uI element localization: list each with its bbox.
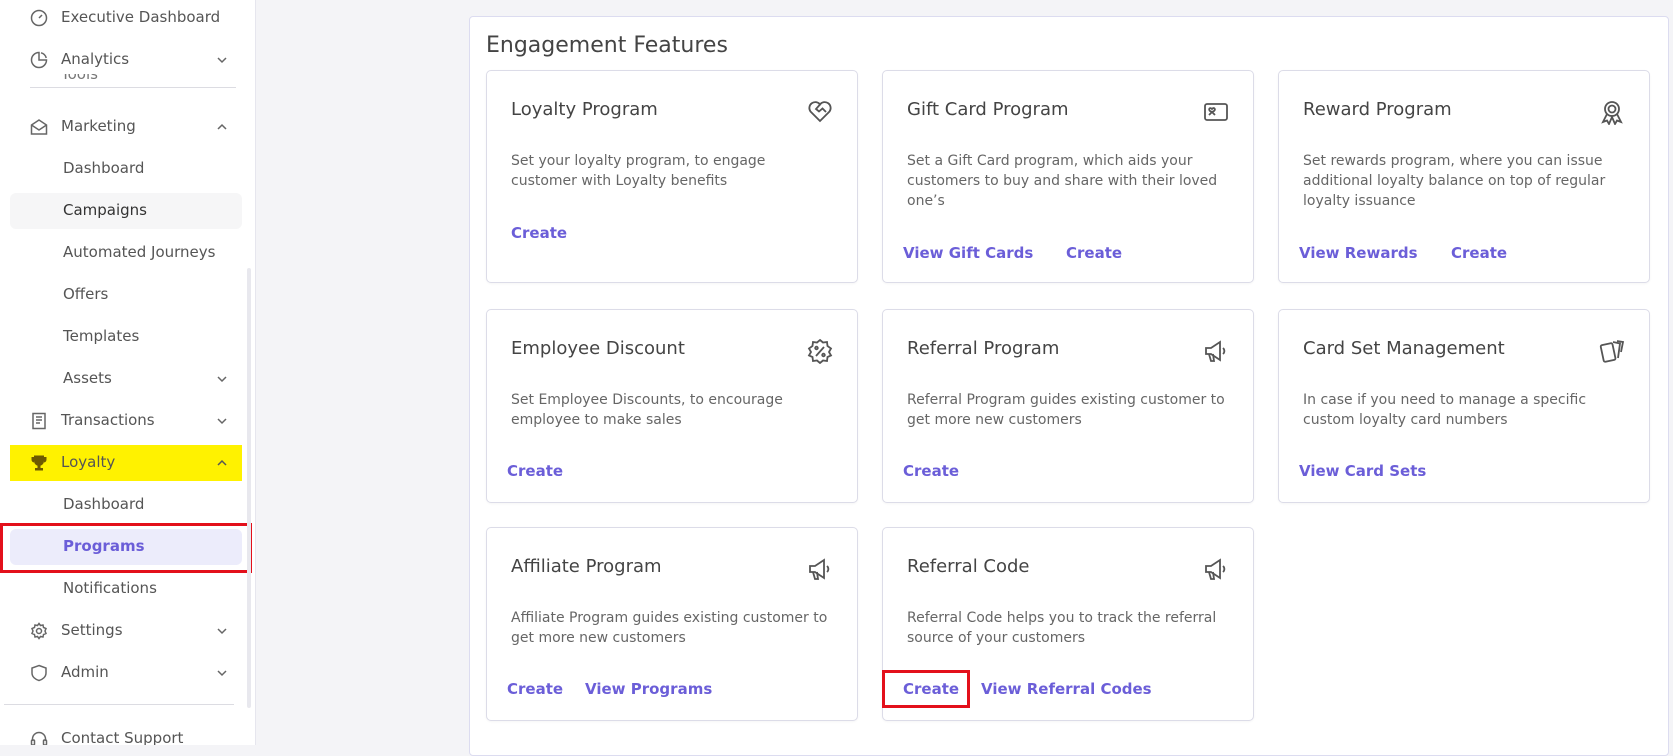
card-title: Referral Code	[907, 556, 1030, 577]
card-title: Gift Card Program	[907, 99, 1069, 120]
chevron-down-icon	[216, 625, 228, 637]
sub-label: Campaigns	[63, 201, 148, 219]
card-description: Affiliate Program guides existing custom…	[511, 610, 828, 646]
card-description: Set Employee Discounts, to encourage emp…	[511, 392, 783, 428]
sub-marketing-campaigns[interactable]: Campaigns	[10, 193, 242, 229]
trophy-icon	[30, 454, 48, 472]
nav-analytics[interactable]: Analytics	[10, 42, 242, 78]
nav-tools-partial: Tools	[61, 74, 98, 83]
mail-open-icon	[30, 118, 48, 136]
sub-label: Offers	[63, 285, 109, 303]
megaphone-icon	[1203, 338, 1229, 364]
card-referral-code: Referral Code Referral Code helps you to…	[882, 527, 1254, 721]
card-title: Loyalty Program	[511, 99, 658, 120]
nav-label: Executive Dashboard	[61, 8, 221, 26]
sub-label: Assets	[63, 369, 112, 387]
page-title: Engagement Features	[486, 33, 728, 58]
sub-label: Notifications	[63, 579, 157, 597]
sub-marketing-automated-journeys[interactable]: Automated Journeys	[10, 235, 242, 271]
card-employee-discount: Employee Discount Set Employee Discounts…	[486, 309, 858, 503]
nav-label: Loyalty	[61, 453, 116, 471]
card-description: Referral Program guides existing custome…	[907, 392, 1225, 428]
nav-label: Marketing	[61, 117, 136, 135]
chevron-down-icon	[216, 54, 228, 66]
nav-executive-dashboard[interactable]: Executive Dashboard	[10, 0, 242, 36]
sub-label: Dashboard	[63, 495, 145, 513]
card-affiliate-program: Affiliate Program Affiliate Program guid…	[486, 527, 858, 721]
card-title: Reward Program	[1303, 99, 1452, 120]
card-title: Affiliate Program	[511, 556, 662, 577]
card-referral-program: Referral Program Referral Program guides…	[882, 309, 1254, 503]
nav-marketing[interactable]: Marketing	[10, 109, 242, 145]
create-link[interactable]: Create	[1066, 244, 1122, 262]
card-loyalty-program: Loyalty Program Set your loyalty program…	[486, 70, 858, 283]
cards-icon	[1599, 338, 1625, 364]
sub-label: Templates	[63, 327, 140, 345]
headset-icon	[30, 730, 48, 745]
card-gift-card-program: Gift Card Program Set a Gift Card progra…	[882, 70, 1254, 283]
nav-loyalty[interactable]: Loyalty	[10, 445, 242, 481]
pie-chart-icon	[30, 51, 48, 69]
nav-transactions[interactable]: Transactions	[10, 403, 242, 439]
engagement-features-panel: Engagement Features Loyalty Program Set …	[469, 16, 1669, 756]
sub-marketing-offers[interactable]: Offers	[10, 277, 242, 313]
card-title: Employee Discount	[511, 338, 685, 359]
nav-contact-support[interactable]: Contact Support	[10, 721, 242, 745]
sub-loyalty-dashboard[interactable]: Dashboard	[10, 487, 242, 523]
card-reward-program: Reward Program Set rewards program, wher…	[1278, 70, 1650, 283]
gear-icon	[30, 622, 48, 640]
sidebar-divider	[30, 87, 236, 88]
card-card-set-management: Card Set Management In case if you need …	[1278, 309, 1650, 503]
card-title: Referral Program	[907, 338, 1060, 359]
award-ribbon-icon	[1599, 99, 1625, 125]
card-description: Set a Gift Card program, which aids your…	[907, 153, 1218, 209]
receipt-icon	[30, 412, 48, 430]
sub-marketing-dashboard[interactable]: Dashboard	[10, 151, 242, 187]
chevron-down-icon	[216, 415, 228, 427]
chevron-down-icon	[216, 373, 228, 385]
discount-badge-icon	[807, 338, 833, 364]
gift-card-icon	[1203, 99, 1229, 125]
sub-loyalty-notifications[interactable]: Notifications	[10, 571, 242, 607]
card-title: Card Set Management	[1303, 338, 1505, 359]
nav-label: Contact Support	[61, 729, 184, 745]
sub-marketing-assets[interactable]: Assets	[10, 361, 242, 397]
annotation-highlight-box	[0, 523, 252, 573]
card-description: Set rewards program, where you can issue…	[1303, 153, 1606, 209]
sidebar: Executive Dashboard Analytics Tools Mark…	[0, 0, 256, 745]
annotation-highlight-box	[882, 670, 970, 708]
sub-marketing-templates[interactable]: Templates	[10, 319, 242, 355]
sub-label: Automated Journeys	[63, 243, 216, 261]
card-description: In case if you need to manage a specific…	[1303, 392, 1587, 428]
view-referral-codes-link[interactable]: View Referral Codes	[981, 680, 1152, 698]
view-gift-cards-link[interactable]: View Gift Cards	[903, 244, 1033, 262]
view-programs-link[interactable]: View Programs	[585, 680, 712, 698]
nav-label: Settings	[61, 621, 123, 639]
create-link[interactable]: Create	[507, 462, 563, 480]
view-rewards-link[interactable]: View Rewards	[1299, 244, 1418, 262]
nav-label: Analytics	[61, 50, 130, 68]
nav-settings[interactable]: Settings	[10, 613, 242, 649]
gauge-icon	[30, 9, 48, 27]
shield-icon	[30, 664, 48, 682]
create-link[interactable]: Create	[507, 680, 563, 698]
megaphone-icon	[807, 556, 833, 582]
sidebar-divider	[4, 704, 234, 705]
create-link[interactable]: Create	[903, 462, 959, 480]
nav-label: Admin	[61, 663, 109, 681]
chevron-down-icon	[216, 667, 228, 679]
view-card-sets-link[interactable]: View Card Sets	[1299, 462, 1426, 480]
nav-label: Transactions	[61, 411, 155, 429]
card-description: Referral Code helps you to track the ref…	[907, 610, 1217, 646]
heart-handshake-icon	[807, 99, 833, 125]
chevron-up-icon	[216, 457, 228, 469]
create-link[interactable]: Create	[511, 224, 567, 242]
create-link[interactable]: Create	[1451, 244, 1507, 262]
sidebar-scrollbar[interactable]	[247, 268, 251, 708]
card-description: Set your loyalty program, to engage cust…	[511, 153, 766, 189]
megaphone-icon	[1203, 556, 1229, 582]
nav-admin[interactable]: Admin	[10, 655, 242, 691]
sub-label: Dashboard	[63, 159, 145, 177]
chevron-up-icon	[216, 121, 228, 133]
